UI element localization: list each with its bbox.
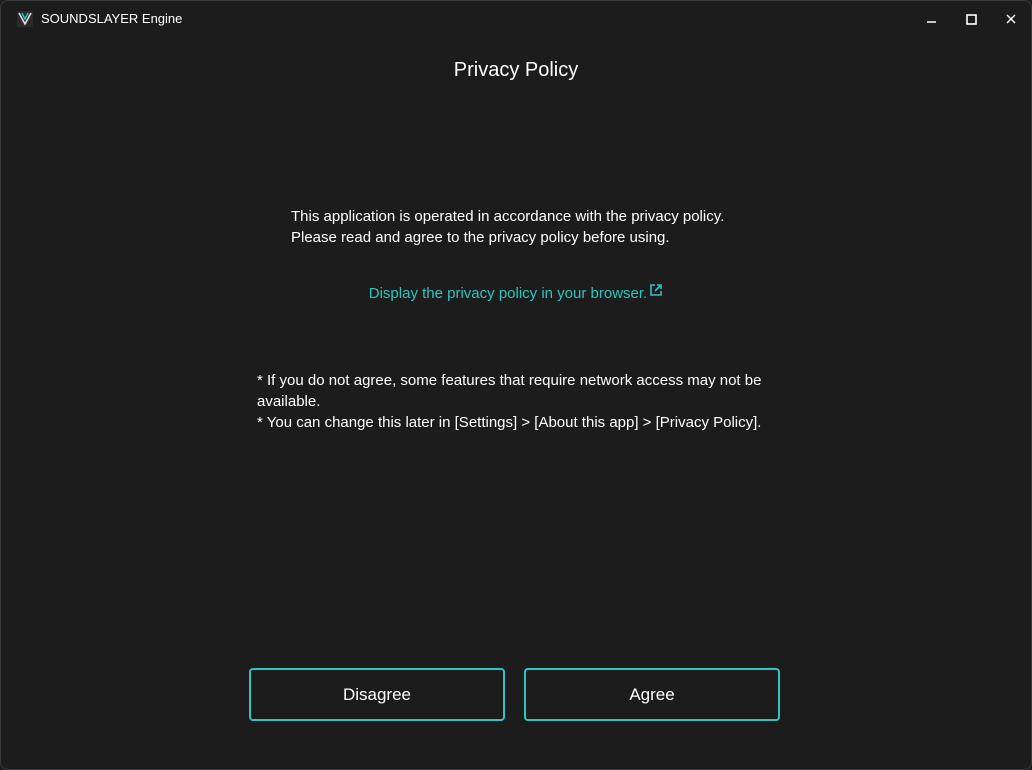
intro-line: Please read and agree to the privacy pol… xyxy=(291,229,670,246)
agree-button[interactable]: Agree xyxy=(524,668,780,721)
privacy-policy-link[interactable]: Display the privacy policy in your brows… xyxy=(1,283,1031,305)
external-link-icon xyxy=(649,282,663,304)
minimize-button[interactable] xyxy=(917,7,947,31)
close-button[interactable] xyxy=(996,7,1026,31)
minimize-icon xyxy=(927,14,937,24)
page-title: Privacy Policy xyxy=(453,59,579,81)
intro-line: This application is operated in accordan… xyxy=(291,208,725,225)
note-line: * You can change this later in [Settings… xyxy=(257,414,762,431)
maximize-button[interactable] xyxy=(956,7,986,31)
close-icon xyxy=(1006,14,1016,24)
app-logo-icon xyxy=(17,11,33,27)
note-line: * If you do not agree, some features tha… xyxy=(257,372,762,410)
window-title: SOUNDSLAYER Engine xyxy=(41,11,183,26)
maximize-icon xyxy=(965,13,977,25)
notes-text: * If you do not agree, some features tha… xyxy=(257,370,777,433)
privacy-policy-link-label: Display the privacy policy in your brows… xyxy=(368,285,648,303)
intro-text: This application is operated in accordan… xyxy=(291,206,771,248)
title-bar[interactable]: SOUNDSLAYER Engine xyxy=(1,1,1031,37)
disagree-button[interactable]: Disagree xyxy=(249,668,505,721)
app-window: SOUNDSLAYER Engine Privacy Policy This a… xyxy=(0,0,1032,770)
